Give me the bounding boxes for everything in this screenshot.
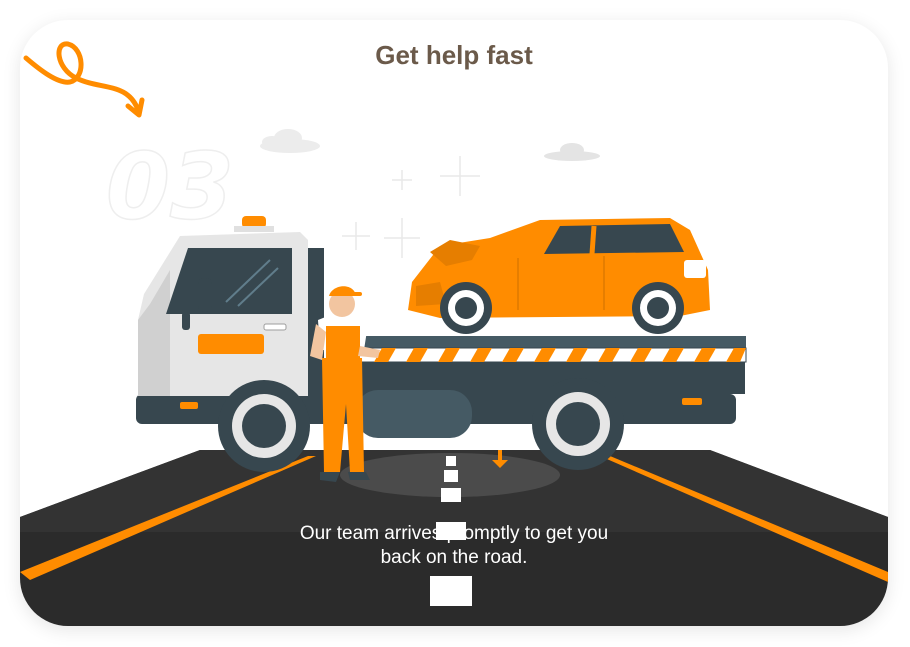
description-line-2: back on the road. (380, 547, 528, 568)
card-description: Our team arrives promptly to get you bac… (20, 522, 888, 570)
card-title: Get help fast (375, 40, 533, 70)
step-number: 03 (106, 133, 234, 240)
damaged-car-illustration (408, 218, 710, 334)
cloud-right (544, 143, 600, 161)
cloud-left (260, 129, 320, 153)
description-line-1: Our team arrives promptly to get you (299, 523, 609, 544)
feature-card: 03 Get help fast Our team arrives prompt… (20, 20, 888, 626)
